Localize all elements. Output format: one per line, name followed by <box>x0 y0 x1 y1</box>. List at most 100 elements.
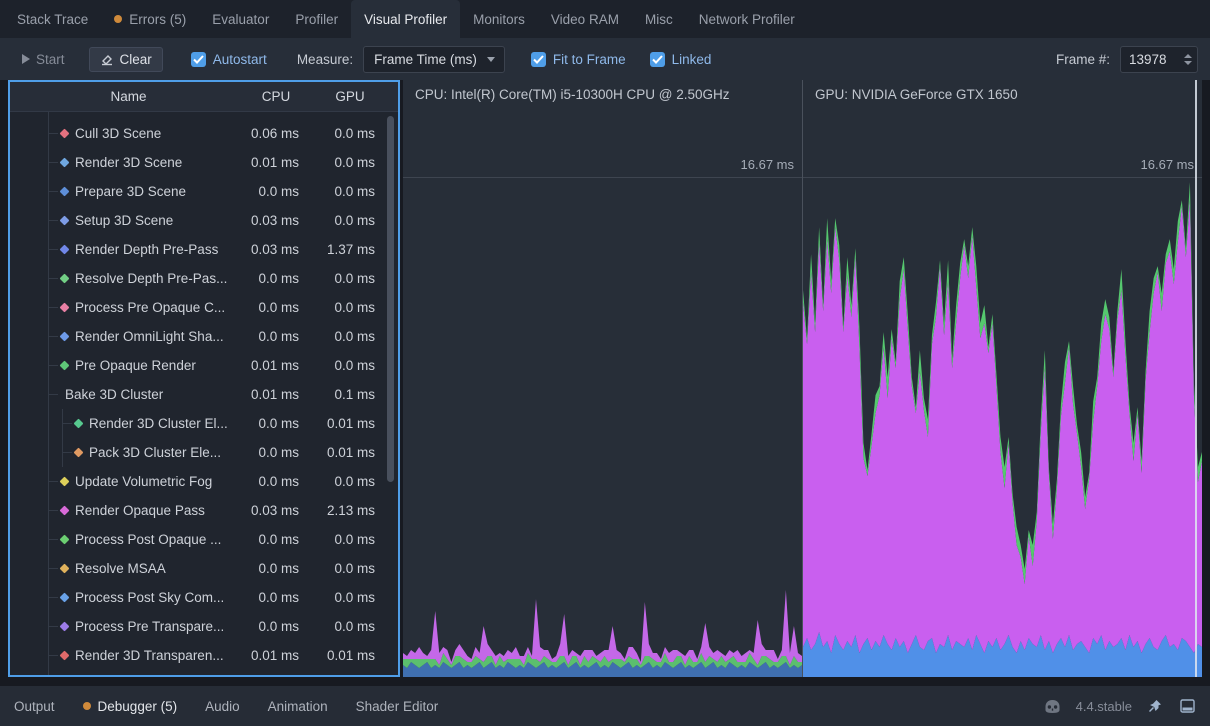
category-color-icon <box>60 158 70 168</box>
column-header-cpu[interactable]: CPU <box>247 89 305 104</box>
row-name: Resolve MSAA <box>75 561 166 576</box>
gpu-chart-panel: GPU: NVIDIA GeForce GTX 1650 16.67 ms <box>802 80 1202 677</box>
measure-dropdown[interactable]: Frame Time (ms) <box>363 46 505 73</box>
tree-row[interactable]: Prepare 3D Scene0.0 ms0.0 ms <box>10 177 398 206</box>
frame-spin-down-icon[interactable] <box>1184 61 1192 65</box>
row-name-cell: Render OmniLight Sha... <box>10 329 247 344</box>
tree-row[interactable]: Render OmniLight Sha...0.0 ms0.0 ms <box>10 322 398 351</box>
tree-scrollbar[interactable] <box>387 116 394 482</box>
bottom-tab-debugger-5[interactable]: Debugger (5) <box>83 699 178 714</box>
row-gpu-value: 0.0 ms <box>305 590 395 605</box>
tab-monitors[interactable]: Monitors <box>460 0 538 38</box>
tree-row[interactable]: Process Post Sky Com...0.0 ms0.0 ms <box>10 583 398 612</box>
tree-row[interactable]: Process Pre Opaque C...0.0 ms0.0 ms <box>10 293 398 322</box>
fit-to-frame-checkbox[interactable]: Fit to Frame <box>531 52 626 67</box>
tree-row[interactable]: Pack 3D Cluster Ele...0.0 ms0.01 ms <box>10 438 398 467</box>
row-name-cell: Cull 3D Scene <box>10 126 247 141</box>
pin-panel-button[interactable] <box>1146 697 1164 715</box>
tab-label: Video RAM <box>551 12 619 27</box>
category-color-icon <box>74 448 84 458</box>
tree-row[interactable]: Update Volumetric Fog0.0 ms0.0 ms <box>10 467 398 496</box>
row-name: Resolve Depth Pre-Pas... <box>75 271 227 286</box>
row-gpu-value: 0.0 ms <box>305 532 395 547</box>
eraser-icon <box>100 52 114 66</box>
row-name: Prepare 3D Scene <box>75 184 186 199</box>
tree-guide-icon <box>48 655 58 656</box>
tab-label: Errors (5) <box>129 12 186 27</box>
row-gpu-value: 0.1 ms <box>305 387 395 402</box>
tree-row[interactable]: Resolve MSAA0.0 ms0.0 ms <box>10 554 398 583</box>
tree-row[interactable]: Render 3D Scene0.01 ms0.0 ms <box>10 148 398 177</box>
linked-checkbox[interactable]: Linked <box>650 52 712 67</box>
frame-cursor[interactable] <box>1195 80 1197 677</box>
tab-stack-trace[interactable]: Stack Trace <box>4 0 101 38</box>
tree-guide-icon <box>48 336 58 337</box>
tree-row[interactable]: Cull 3D Scene0.06 ms0.0 ms <box>10 119 398 148</box>
tree-guide-icon <box>48 510 58 511</box>
frame-number-label: Frame #: <box>1056 52 1110 67</box>
bottom-panel-bar: Output Debugger (5) Audio Animation Shader E… <box>0 686 1210 726</box>
frame-number-input[interactable] <box>1121 52 1175 67</box>
tree-guide-icon <box>48 365 58 366</box>
row-cpu-value: 0.01 ms <box>247 387 305 402</box>
row-gpu-value: 0.0 ms <box>305 474 395 489</box>
expand-bottom-panel-button[interactable] <box>1178 697 1196 715</box>
tree-row[interactable] <box>10 112 398 119</box>
tree-row[interactable]: Resolve0.01 ms0.44 ms <box>10 670 398 675</box>
tree-row[interactable]: Render Depth Pre-Pass0.03 ms1.37 ms <box>10 235 398 264</box>
tree-row[interactable]: Process Pre Transpare...0.0 ms0.0 ms <box>10 612 398 641</box>
tree-row[interactable]: Process Post Opaque ...0.0 ms0.0 ms <box>10 525 398 554</box>
frame-number-spinbox <box>1120 46 1198 73</box>
column-header-gpu[interactable]: GPU <box>305 89 395 104</box>
row-name: Render 3D Scene <box>75 155 182 170</box>
category-color-icon <box>60 361 70 371</box>
row-name-cell: Render Opaque Pass <box>10 503 247 518</box>
row-cpu-value: 0.0 ms <box>247 271 305 286</box>
bottom-tab-shader-editor[interactable]: Shader Editor <box>356 699 439 714</box>
tab-label: Stack Trace <box>17 12 88 27</box>
tree-row[interactable]: Setup 3D Scene0.03 ms0.0 ms <box>10 206 398 235</box>
start-button[interactable]: Start <box>12 48 75 71</box>
clear-button-label: Clear <box>120 52 152 67</box>
category-color-icon <box>74 419 84 429</box>
tab-profiler[interactable]: Profiler <box>282 0 351 38</box>
row-name-cell: Pre Opaque Render <box>10 358 247 373</box>
tree-row[interactable]: Render 3D Transparen...0.01 ms0.01 ms <box>10 641 398 670</box>
godot-logo-icon <box>1044 697 1062 715</box>
tab-video-ram[interactable]: Video RAM <box>538 0 632 38</box>
row-cpu-value: 0.0 ms <box>247 445 305 460</box>
tab-visual-profiler[interactable]: Visual Profiler <box>351 0 460 38</box>
autostart-checkbox[interactable]: Autostart <box>191 52 267 67</box>
bottom-tab-audio[interactable]: Audio <box>205 699 240 714</box>
error-dot-icon <box>83 702 91 710</box>
tab-errors-5[interactable]: Errors (5) <box>101 0 199 38</box>
frame-spin-up-icon[interactable] <box>1184 54 1192 58</box>
tab-network-profiler[interactable]: Network Profiler <box>686 0 808 38</box>
row-cpu-value: 0.03 ms <box>247 213 305 228</box>
row-cpu-value: 0.03 ms <box>247 503 305 518</box>
row-cpu-value: 0.0 ms <box>247 474 305 489</box>
column-header-name[interactable]: Name <box>10 89 247 104</box>
checkbox-checked-icon <box>650 52 665 67</box>
row-name: Process Post Sky Com... <box>75 590 224 605</box>
gpu-scale-label: 16.67 ms <box>1141 157 1194 172</box>
row-cpu-value: 0.01 ms <box>247 155 305 170</box>
tab-label: Evaluator <box>212 12 269 27</box>
tab-evaluator[interactable]: Evaluator <box>199 0 282 38</box>
godot-debugger-window: Stack Trace Errors (5) Evaluator Profiler Vi… <box>0 0 1210 726</box>
tree-row[interactable]: Pre Opaque Render0.01 ms0.0 ms <box>10 351 398 380</box>
gpu-chart-svg[interactable] <box>803 177 1202 677</box>
bottom-tab-animation[interactable]: Animation <box>268 699 328 714</box>
tab-misc[interactable]: Misc <box>632 0 686 38</box>
profiler-tree-panel: Name CPU GPU Cull 3D Scene0.06 ms0.0 ms R… <box>8 80 400 677</box>
tree-row[interactable]: Bake 3D Cluster0.01 ms0.1 ms <box>10 380 398 409</box>
tab-label: Misc <box>645 12 673 27</box>
bottom-tab-output[interactable]: Output <box>14 699 55 714</box>
clear-button[interactable]: Clear <box>89 47 163 72</box>
cpu-chart-svg[interactable] <box>403 177 802 677</box>
row-gpu-value: 0.0 ms <box>305 619 395 634</box>
tree-row[interactable]: Render 3D Cluster El...0.0 ms0.01 ms <box>10 409 398 438</box>
tree-row[interactable]: Render Opaque Pass0.03 ms2.13 ms <box>10 496 398 525</box>
tab-label: Visual Profiler <box>364 12 447 27</box>
tree-row[interactable]: Resolve Depth Pre-Pas...0.0 ms0.0 ms <box>10 264 398 293</box>
